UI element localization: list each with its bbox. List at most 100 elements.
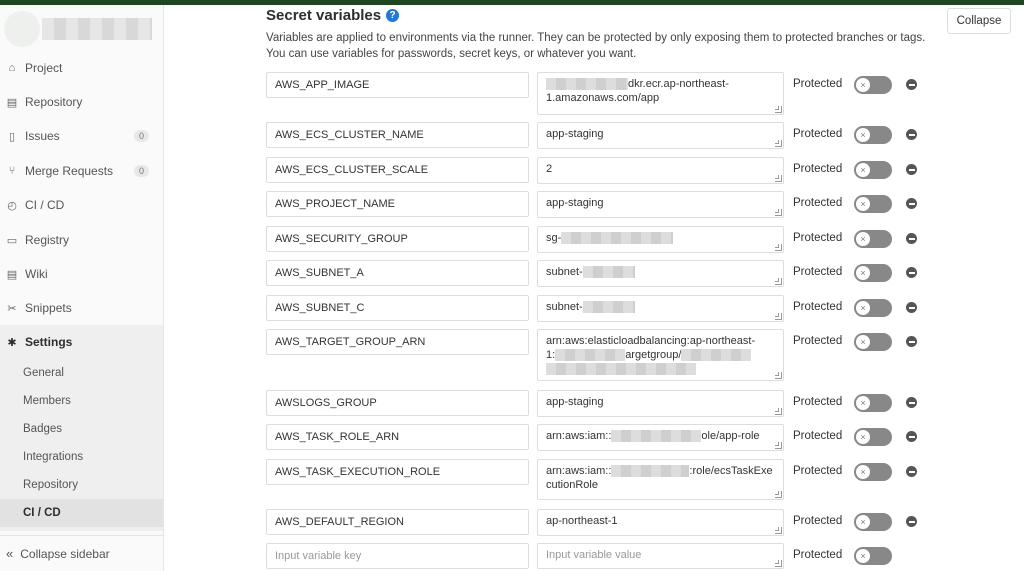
sidebar-item-repository[interactable]: ▤ Repository [0,85,163,119]
variable-value-input[interactable]: app-staging [537,122,784,149]
value-text: app-staging [546,197,604,209]
new-variable-key-input[interactable]: Input variable key [266,543,529,569]
value-placeholder: Input variable value [546,549,642,561]
value-text: ap-northeast-1 [546,515,618,527]
new-variable-value-input[interactable]: Input variable value [537,543,784,569]
protected-toggle[interactable]: × [854,547,892,565]
resize-handle[interactable] [775,408,782,415]
remove-variable-icon[interactable] [906,466,917,477]
variable-value-input[interactable]: arn:aws:elasticloadbalancing:ap-northeas… [537,329,784,381]
remove-variable-icon[interactable] [906,336,917,347]
collapse-sidebar-button[interactable]: « Collapse sidebar [0,535,163,571]
resize-handle[interactable] [775,527,782,534]
variable-key-input[interactable]: AWS_DEFAULT_REGION [266,509,529,535]
resize-handle[interactable] [775,442,782,449]
remove-variable-icon[interactable] [906,198,917,209]
remove-variable-icon[interactable] [906,129,917,140]
sidebar-item-merge-requests[interactable]: ⑂ Merge Requests 0 [0,154,163,188]
settings-sub-members[interactable]: Members [0,387,163,415]
protected-toggle[interactable]: × [854,230,892,248]
project-name-redacted[interactable] [42,18,152,40]
variable-key-input[interactable]: AWS_PROJECT_NAME [266,191,529,217]
variable-value-input[interactable]: ap-northeast-1 [537,509,784,536]
resize-handle[interactable] [775,175,782,182]
protected-toggle[interactable]: × [854,394,892,412]
variable-value-input[interactable]: sg- [537,226,784,253]
resize-handle[interactable] [775,140,782,147]
variable-value-input[interactable]: 2 [537,157,784,184]
remove-variable-icon[interactable] [906,516,917,527]
variable-key-input[interactable]: AWS_TASK_ROLE_ARN [266,424,529,450]
remove-variable-icon[interactable] [906,233,917,244]
resize-handle[interactable] [775,372,782,379]
sidebar-item-settings[interactable]: ✱ Settings [0,325,163,359]
protected-toggle[interactable]: × [854,264,892,282]
sidebar-item-project[interactable]: ⌂ Project [0,51,163,85]
main-content: Secret variables ? Variables are applied… [164,5,1024,571]
close-icon: × [856,78,870,92]
resize-handle[interactable] [775,244,782,251]
resize-handle[interactable] [775,560,782,567]
variable-key-input[interactable]: AWS_TASK_EXECUTION_ROLE [266,459,529,485]
value-text: arn:aws:elasticloadbalancing:ap-northeas… [546,335,756,347]
variable-key-input[interactable]: AWS_ECS_CLUSTER_SCALE [266,157,529,183]
protected-toggle[interactable]: × [854,463,892,481]
sidebar-item-label: Settings [25,335,73,349]
sidebar-item-issues[interactable]: ▯ Issues 0 [0,119,163,153]
variable-key-input[interactable]: AWSLOGS_GROUP [266,390,529,416]
sidebar-item-snippets[interactable]: ✂ Snippets [0,291,163,325]
settings-sub-badges[interactable]: Badges [0,415,163,443]
value-text: argetgroup/ [625,349,682,361]
variable-value-input[interactable]: app-staging [537,390,784,417]
remove-variable-icon[interactable] [906,79,917,90]
variable-value-input[interactable]: app-staging [537,191,784,218]
sidebar-item-wiki[interactable]: ▤ Wiki [0,257,163,291]
value-text: 1.amazonaws.com/app [546,92,660,104]
protected-toggle[interactable]: × [854,333,892,351]
question-icon[interactable]: ? [386,9,400,22]
resize-handle[interactable] [775,313,782,320]
remove-variable-icon[interactable] [906,431,917,442]
protected-label: Protected [793,301,843,313]
variable-value-input[interactable]: arn:aws:iam:::role/ecsTaskExe cutionRole [537,459,784,500]
remove-variable-icon[interactable] [906,164,917,175]
protected-toggle[interactable]: × [854,299,892,317]
remove-variable-icon[interactable] [906,267,917,278]
value-text: sg- [546,232,562,244]
value-text: dkr.ecr.ap-northeast- [628,78,729,90]
protected-toggle[interactable]: × [854,195,892,213]
resize-handle[interactable] [775,106,782,113]
variable-value-input[interactable]: subnet- [537,260,784,287]
variable-key-input[interactable]: AWS_SUBNET_A [266,260,529,286]
variable-key-input[interactable]: AWS_ECS_CLUSTER_NAME [266,122,529,148]
variable-value-input[interactable]: dkr.ecr.ap-northeast- 1.amazonaws.com/ap… [537,72,784,115]
remove-variable-icon[interactable] [906,302,917,313]
resize-handle[interactable] [775,491,782,498]
remove-variable-icon[interactable] [906,397,917,408]
resize-handle[interactable] [775,278,782,285]
variable-key-input[interactable]: AWS_SECURITY_GROUP [266,226,529,252]
close-icon: × [856,163,870,177]
collapse-button[interactable]: Collapse [947,8,1011,34]
sidebar-item-ci-cd[interactable]: ◴ CI / CD [0,188,163,222]
settings-sub-integrations[interactable]: Integrations [0,443,163,471]
sidebar-item-registry[interactable]: ▭ Registry [0,223,163,257]
sidebar-item-label: Repository [25,95,83,109]
resize-handle[interactable] [775,209,782,216]
variable-value-input[interactable]: arn:aws:iam:: ole/app-role [537,424,784,451]
protected-toggle[interactable]: × [854,513,892,531]
variable-key-input[interactable]: AWS_SUBNET_C [266,295,529,321]
variable-key-input[interactable]: AWS_APP_IMAGE [266,72,529,98]
variable-value-input[interactable]: subnet- [537,295,784,322]
protected-toggle[interactable]: × [854,76,892,94]
variable-key-input[interactable]: AWS_TARGET_GROUP_ARN [266,329,529,355]
protected-toggle[interactable]: × [854,428,892,446]
settings-sub-general[interactable]: General [0,359,163,387]
settings-sub-repository[interactable]: Repository [0,471,163,499]
close-icon: × [856,549,870,563]
settings-sub-ci-cd[interactable]: CI / CD [0,499,163,527]
project-header[interactable] [0,5,163,53]
protected-toggle[interactable]: × [854,126,892,144]
project-avatar[interactable] [4,11,40,47]
protected-toggle[interactable]: × [854,161,892,179]
